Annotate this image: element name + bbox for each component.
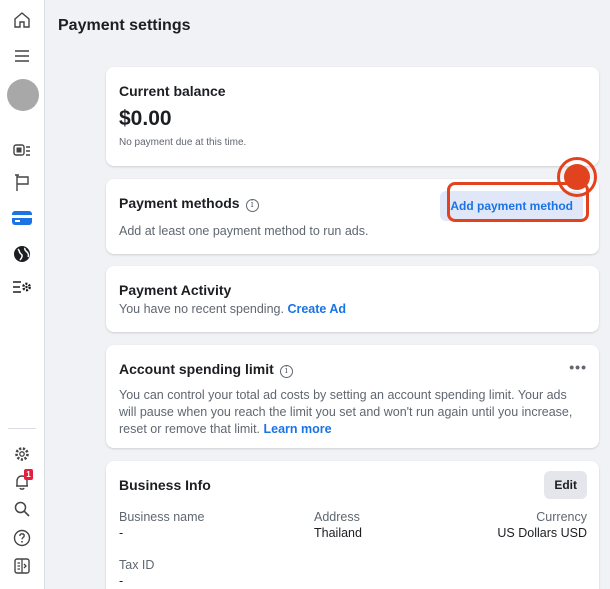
currency-field: Currency US Dollars USD: [497, 510, 587, 540]
address-label: Address: [314, 510, 360, 524]
spending-limit-title: Account spending limit: [119, 361, 274, 377]
settings-list-icon[interactable]: [9, 274, 35, 300]
rail-divider: [8, 428, 36, 429]
payment-activity-card: Payment Activity You have no recent spen…: [106, 266, 599, 332]
notifications-bell-icon[interactable]: 1: [9, 469, 35, 495]
business-name-field: Business name -: [119, 510, 204, 540]
notification-badge: 1: [24, 469, 33, 480]
account-spending-limit-card: Account spending limit i ••• You can cont…: [106, 345, 599, 448]
currency-value: US Dollars USD: [497, 526, 587, 540]
business-info-card: Business Info Edit Business name - Addre…: [106, 461, 599, 589]
menu-icon[interactable]: [9, 43, 35, 69]
payment-activity-text: You have no recent spending.: [119, 302, 284, 316]
click-indicator-dot: [564, 164, 590, 190]
collapse-panel-icon[interactable]: [9, 553, 35, 579]
spending-limit-text-block: You can control your total ad costs by s…: [119, 387, 586, 438]
flag-icon[interactable]: [9, 170, 35, 196]
address-field: Address Thailand: [314, 510, 362, 540]
help-icon[interactable]: [9, 525, 35, 551]
tax-id-field: Tax ID -: [119, 558, 154, 588]
currency-label: Currency: [536, 510, 587, 524]
spending-limit-heading: Account spending limit i: [119, 361, 586, 378]
balance-amount: $0.00: [119, 107, 172, 130]
edit-button[interactable]: Edit: [544, 471, 587, 499]
balance-title: Current balance: [119, 83, 226, 99]
avatar[interactable]: [7, 79, 39, 111]
billing-card-icon[interactable]: [9, 205, 35, 231]
balance-note: No payment due at this time.: [119, 137, 247, 148]
payment-activity-title: Payment Activity: [119, 282, 232, 298]
page-title: Payment settings: [58, 17, 191, 34]
left-nav-rail: 1: [0, 0, 45, 589]
spending-limit-text: You can control your total ad costs by s…: [119, 388, 573, 436]
home-icon[interactable]: [9, 7, 35, 33]
click-indicator: [557, 157, 597, 197]
info-icon[interactable]: i: [279, 365, 293, 378]
business-info-title: Business Info: [119, 477, 211, 493]
tax-id-value: -: [119, 574, 124, 588]
more-options-icon[interactable]: •••: [569, 359, 587, 375]
current-balance-card: Current balance $0.00 No payment due at …: [106, 67, 599, 166]
address-value: Thailand: [314, 526, 362, 540]
globe-icon[interactable]: [9, 241, 35, 267]
payment-methods-description: Add at least one payment method to run a…: [119, 224, 369, 238]
gear-icon[interactable]: [9, 441, 35, 467]
payment-activity-text-line: You have no recent spending. Create Ad: [119, 301, 586, 318]
create-ad-link[interactable]: Create Ad: [287, 302, 346, 316]
info-icon[interactable]: i: [245, 199, 259, 212]
payment-methods-title: Payment methods: [119, 195, 240, 211]
business-name-value: -: [119, 526, 124, 540]
campaigns-icon[interactable]: [9, 138, 35, 164]
search-icon[interactable]: [9, 496, 35, 522]
tax-id-label: Tax ID: [119, 558, 155, 572]
learn-more-link[interactable]: Learn more: [264, 422, 332, 436]
business-name-label: Business name: [119, 510, 205, 524]
